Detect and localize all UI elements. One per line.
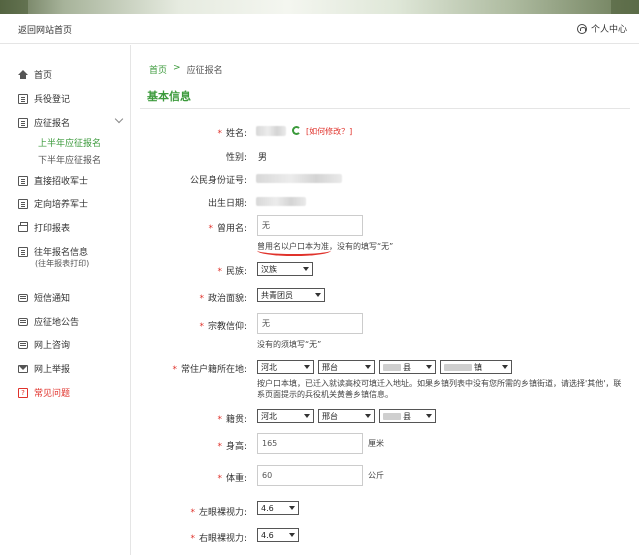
residence-county-select[interactable]: 县	[379, 360, 436, 374]
section-title: 基本信息	[147, 90, 191, 103]
refresh-icon[interactable]	[292, 126, 301, 135]
breadcrumb: 首页 > 应征报名	[149, 63, 223, 76]
native-place-label: * 籍贯:	[217, 415, 247, 425]
consult-icon	[18, 340, 28, 349]
sidebar-item-label: 网上咨询	[34, 341, 71, 351]
weight-input[interactable]: 60	[257, 465, 363, 486]
sidebar-item-label: 常见问题	[34, 389, 71, 399]
training-icon	[18, 198, 28, 209]
message-icon	[18, 293, 28, 302]
home-icon	[18, 70, 28, 79]
height-label: * 身高:	[217, 442, 247, 452]
back-to-home-link[interactable]: 返回网站首页	[18, 23, 72, 36]
id-number-redacted	[256, 174, 342, 183]
gender-label: 性别:	[225, 153, 247, 163]
height-unit: 厘米	[368, 439, 384, 448]
signup-icon	[18, 117, 28, 128]
sidebar-subitem-second-half[interactable]: 下半年应征报名	[38, 153, 101, 166]
sidebar-item-label: 首页	[34, 71, 53, 81]
religion-input[interactable]: 无	[257, 313, 363, 334]
ethnicity-select[interactable]: 汉族	[257, 262, 313, 276]
mail-icon	[18, 364, 28, 373]
sidebar-item-register[interactable]: 兵役登记	[18, 92, 70, 105]
sidebar-item-label: 应征报名	[34, 119, 71, 129]
user-center-label: 个人中心	[590, 25, 627, 35]
header-banner	[0, 0, 639, 14]
help-icon: ?	[18, 387, 28, 398]
id-number-label: 公民身份证号:	[189, 176, 247, 186]
user-circle-icon	[576, 23, 587, 34]
left-eye-select[interactable]: 4.6	[257, 501, 299, 515]
register-icon	[18, 93, 28, 104]
sidebar-item-home[interactable]: 首页	[18, 68, 52, 81]
sidebar-item-report[interactable]: 网上举报	[18, 362, 70, 375]
former-name-input[interactable]: 无	[257, 215, 363, 236]
politics-label: * 政治面貌:	[199, 294, 247, 304]
residence-city-select[interactable]: 邢台	[318, 360, 375, 374]
residence-province-select[interactable]: 河北	[257, 360, 314, 374]
birth-date-label: 出生日期:	[207, 199, 247, 209]
modify-hint: [如何修改？]	[306, 127, 353, 136]
top-bar: 返回网站首页 个人中心	[0, 14, 639, 44]
residence-town-select[interactable]: 镇	[440, 360, 512, 374]
left-eye-label: * 左眼裸视力:	[190, 508, 247, 518]
sidebar-item-notice[interactable]: 应征地公告	[18, 315, 79, 328]
sidebar-item-label: 往年报名信息	[34, 248, 89, 258]
sidebar-item-label: 应征地公告	[34, 318, 80, 328]
how-to-modify-link[interactable]: 如何修改？	[309, 127, 349, 136]
right-eye-select[interactable]: 4.6	[257, 528, 299, 542]
residence-hint: 按户口本填，已迁入就读高校可填迁入地址。如果乡镇列表中没有您所需的乡镇街道，请选…	[257, 379, 622, 399]
sidebar-item-sms[interactable]: 短信通知	[18, 291, 70, 304]
breadcrumb-separator: >	[173, 63, 181, 73]
sidebar-item-label: 兵役登记	[34, 95, 71, 105]
printer-icon	[18, 222, 28, 232]
section-divider	[140, 108, 630, 109]
religion-hint: 没有的须填写“无”	[257, 340, 322, 349]
sidebar-item-history[interactable]: 往年报名信息	[18, 245, 88, 258]
weight-label: * 体重:	[217, 474, 247, 484]
breadcrumb-current: 应征报名	[186, 66, 223, 76]
hint-underline-annotation	[257, 250, 331, 256]
politics-select[interactable]: 共青团员	[257, 288, 325, 302]
sidebar-subitem-first-half[interactable]: 上半年应征报名	[38, 136, 101, 149]
sidebar-item-direct-recruit[interactable]: 直接招收军士	[18, 174, 88, 187]
birth-date-redacted	[256, 197, 306, 206]
breadcrumb-home[interactable]: 首页	[149, 63, 167, 76]
native-province-select[interactable]: 河北	[257, 409, 314, 423]
sidebar-item-signup[interactable]: 应征报名	[18, 116, 70, 129]
recruit-icon	[18, 175, 28, 186]
sidebar-item-label: 直接招收军士	[34, 177, 89, 187]
banner-tree-right	[611, 0, 639, 14]
sidebar-item-label: 定向培养军士	[34, 200, 89, 210]
sidebar-item-label: 短信通知	[34, 294, 71, 304]
sidebar-item-directed-training[interactable]: 定向培养军士	[18, 197, 88, 210]
native-county-select[interactable]: 县	[379, 409, 436, 423]
sidebar-item-label: 打印报表	[34, 224, 71, 234]
weight-unit: 公斤	[368, 471, 384, 480]
religion-label: * 宗教信仰:	[199, 322, 247, 332]
sidebar-item-consult[interactable]: 网上咨询	[18, 338, 70, 351]
ethnicity-label: * 民族:	[217, 267, 247, 277]
gender-value: 男	[258, 153, 268, 163]
residence-label: * 常住户籍所在地:	[172, 365, 247, 375]
height-input[interactable]: 165	[257, 433, 363, 454]
history-icon	[18, 246, 28, 257]
sidebar-item-print[interactable]: 打印报表	[18, 221, 70, 234]
former-name-label: * 曾用名:	[208, 224, 247, 234]
notice-icon	[18, 317, 28, 326]
user-center-link[interactable]: 个人中心	[576, 22, 627, 35]
native-city-select[interactable]: 邢台	[318, 409, 375, 423]
sidebar-item-history-sub: (往年报表打印)	[35, 259, 90, 268]
name-value-redacted	[256, 126, 286, 136]
right-eye-label: * 右眼裸视力:	[190, 534, 247, 544]
name-label: * 姓名:	[217, 129, 247, 139]
sidebar-item-label: 网上举报	[34, 365, 71, 375]
sidebar-item-faq[interactable]: ? 常见问题	[18, 386, 70, 399]
banner-tree-left	[0, 0, 28, 14]
